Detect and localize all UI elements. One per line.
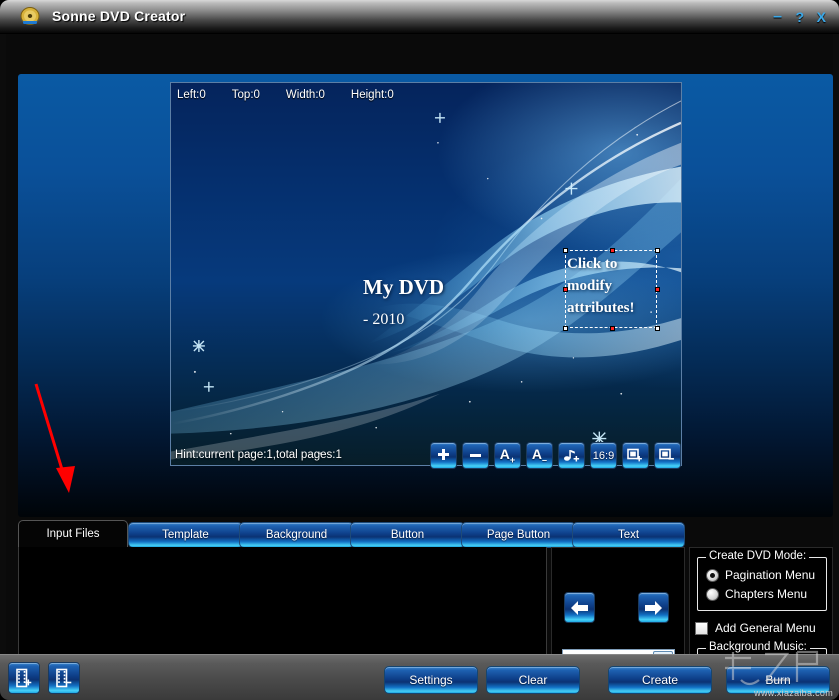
create-dvd-mode-group: Create DVD Mode: Pagination Menu Chapter…	[697, 557, 827, 611]
resize-handle-middle-left[interactable]	[563, 287, 568, 292]
add-music-button[interactable]	[558, 442, 585, 469]
add-file-button[interactable]	[8, 662, 40, 694]
tab-label: Button	[391, 529, 424, 541]
remove-image-button[interactable]	[654, 442, 681, 469]
create-dvd-mode-title: Create DVD Mode:	[706, 550, 809, 562]
selected-text-object[interactable]: Click to modify attributes!	[565, 250, 657, 328]
radio-pagination-menu[interactable]: Pagination Menu	[706, 568, 815, 582]
arrow-right-icon	[644, 600, 663, 616]
checkbox-add-general-menu[interactable]: Add General Menu	[695, 621, 816, 635]
resize-handle-middle-right[interactable]	[655, 287, 660, 292]
application-window: Sonne DVD Creator – ? X	[0, 0, 839, 700]
background-music-title: Background Music:	[706, 641, 810, 653]
tab-input-files[interactable]: Input Files	[18, 520, 128, 548]
button-label: Create	[642, 673, 678, 687]
add-image-button[interactable]	[622, 442, 649, 469]
tab-label: Template	[162, 529, 209, 541]
dvd-disc-icon	[18, 6, 42, 28]
add-item-button[interactable]	[430, 442, 457, 469]
tab-text[interactable]: Text	[572, 522, 685, 548]
tab-label: Text	[618, 529, 639, 541]
image-plus-icon	[627, 448, 644, 463]
coord-left: Left:0	[177, 83, 206, 107]
window-body: Left:0 Top:0 Width:0 Height:0 My DVD - 2010…	[0, 34, 839, 654]
resize-handle-top-right[interactable]	[655, 248, 660, 253]
film-minus-icon	[55, 668, 73, 688]
close-button[interactable]: X	[817, 10, 826, 24]
menu-subtitle-text[interactable]: - 2010	[363, 311, 404, 329]
menu-title-text[interactable]: My DVD	[363, 275, 444, 300]
button-label: Burn	[765, 673, 790, 687]
menu-preview[interactable]: Left:0 Top:0 Width:0 Height:0 My DVD - 2010…	[170, 82, 682, 466]
aspect-ratio-button[interactable]: 16:9	[590, 442, 617, 469]
object-coordinates: Left:0 Top:0 Width:0 Height:0	[171, 83, 681, 107]
radio-label: Pagination Menu	[725, 568, 815, 582]
tab-label: Page Button	[487, 529, 550, 541]
font-increase-icon: A+	[500, 446, 515, 465]
next-page-button[interactable]	[638, 592, 669, 623]
input-files-list[interactable]	[18, 547, 547, 663]
coord-top: Top:0	[232, 83, 260, 107]
button-label: Clear	[519, 673, 548, 687]
title-bar: Sonne DVD Creator – ? X	[0, 0, 839, 34]
tab-button[interactable]: Button	[350, 522, 465, 548]
preview-hint: Hint:current page:1,total pages:1	[175, 449, 342, 461]
coord-width: Width:0	[286, 83, 325, 107]
radio-indicator	[706, 588, 719, 601]
arrow-left-icon	[570, 600, 589, 616]
tab-page-button[interactable]: Page Button	[461, 522, 576, 548]
radio-indicator	[706, 569, 719, 582]
tab-template[interactable]: Template	[128, 522, 243, 548]
film-plus-icon	[15, 668, 33, 688]
decrease-font-button[interactable]: A–	[526, 442, 553, 469]
resize-handle-bottom-right[interactable]	[655, 326, 660, 331]
watermark-text: www.xiazaiba.com	[754, 688, 833, 698]
radio-label: Chapters Menu	[725, 587, 807, 601]
checkbox-label: Add General Menu	[715, 621, 816, 635]
clear-button[interactable]: Clear	[486, 666, 580, 694]
radio-chapters-menu[interactable]: Chapters Menu	[706, 587, 807, 601]
resize-handle-bottom-center[interactable]	[610, 326, 615, 331]
window-title: Sonne DVD Creator	[52, 8, 185, 24]
resize-handle-bottom-left[interactable]	[563, 326, 568, 331]
help-button[interactable]: ?	[795, 10, 804, 24]
minimize-button[interactable]: –	[773, 10, 782, 24]
button-label: Settings	[409, 673, 452, 687]
font-decrease-icon: A–	[532, 446, 547, 465]
minus-icon	[468, 448, 483, 463]
create-button[interactable]: Create	[608, 666, 712, 694]
checkbox-indicator	[695, 622, 708, 635]
coord-height: Height:0	[351, 83, 394, 107]
image-minus-icon	[659, 448, 676, 463]
settings-button[interactable]: Settings	[384, 666, 478, 694]
plus-icon	[436, 448, 451, 463]
remove-file-button[interactable]	[48, 662, 80, 694]
increase-font-button[interactable]: A+	[494, 442, 521, 469]
tab-label: Input Files	[46, 528, 99, 540]
tab-background[interactable]: Background	[239, 522, 354, 548]
selected-text-content: Click to modify attributes!	[567, 253, 663, 319]
tab-label: Background	[266, 529, 327, 541]
resize-handle-top-left[interactable]	[563, 248, 568, 253]
previous-page-button[interactable]	[564, 592, 595, 623]
resize-handle-top-center[interactable]	[610, 248, 615, 253]
aspect-ratio-icon: 16:9	[593, 450, 614, 462]
music-note-plus-icon	[563, 448, 580, 463]
remove-item-button[interactable]	[462, 442, 489, 469]
